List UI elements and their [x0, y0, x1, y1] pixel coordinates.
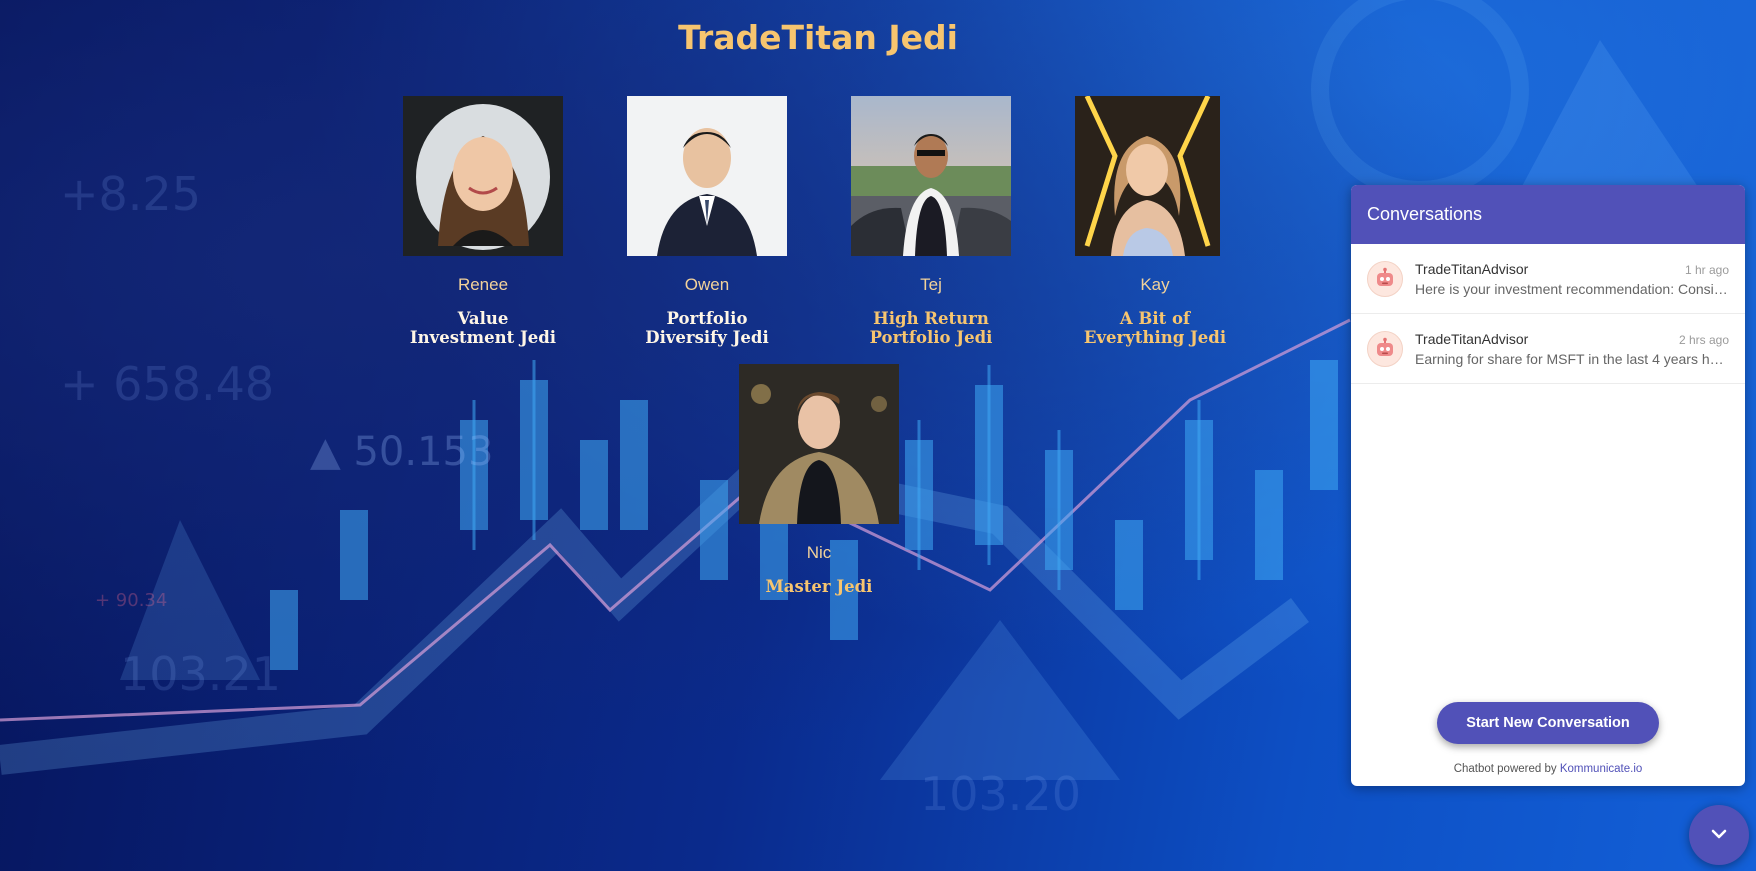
- jedi-role: Master Jedi: [765, 577, 873, 596]
- jedi-name: Tej: [920, 275, 942, 294]
- powered-by-text: Chatbot powered by: [1453, 763, 1557, 775]
- jedi-role: A Bit of Everything Jedi: [1083, 309, 1227, 347]
- svg-text:103.21: 103.21: [120, 647, 281, 701]
- jedi-name: Renee: [457, 275, 509, 294]
- svg-text:+ 90.34: + 90.34: [95, 590, 167, 611]
- jedi-role: Value Investment Jedi: [409, 309, 557, 347]
- conversation-preview: Here is your investment recommendation: …: [1415, 280, 1729, 297]
- chat-toggle-button[interactable]: [1689, 805, 1749, 865]
- conversation-item[interactable]: TradeTitanAdvisor 2 hrs ago Earning for …: [1351, 314, 1745, 384]
- jedi-card-nic[interactable]: Nic Master Jedi: [739, 364, 899, 596]
- svg-text:▲ 50.153: ▲ 50.153: [310, 429, 493, 475]
- page-title: TradeTitan Jedi: [678, 18, 958, 57]
- svg-text:103.20: 103.20: [920, 767, 1081, 821]
- jedi-photo[interactable]: [739, 364, 899, 524]
- jedi-name: Kay: [1140, 275, 1170, 294]
- jedi-photo[interactable]: [627, 96, 787, 256]
- chat-header-title: Conversations: [1367, 204, 1483, 224]
- jedi-name: Nic: [806, 543, 832, 562]
- chat-panel: Conversations TradeTitanAdvisor 1 hr ago…: [1351, 185, 1745, 786]
- conversation-sender: TradeTitanAdvisor: [1415, 330, 1529, 347]
- chat-header: Conversations: [1351, 185, 1745, 244]
- robot-avatar-icon: [1367, 260, 1403, 297]
- conversation-item[interactable]: TradeTitanAdvisor 1 hr ago Here is your …: [1351, 244, 1745, 314]
- robot-avatar-icon: [1367, 330, 1403, 367]
- conversation-body: TradeTitanAdvisor 2 hrs ago Earning for …: [1415, 331, 1729, 367]
- start-new-conversation-button[interactable]: Start New Conversation: [1437, 702, 1659, 744]
- jedi-role: High Return Portfolio Jedi: [869, 309, 993, 347]
- svg-text:+8.25: +8.25: [60, 167, 201, 221]
- jedi-photo[interactable]: [403, 96, 563, 256]
- conversation-sender: TradeTitanAdvisor: [1415, 260, 1529, 277]
- jedi-card-tej[interactable]: Tej High Return Portfolio Jedi: [851, 96, 1011, 347]
- svg-text:+ 658.48: + 658.48: [60, 357, 274, 411]
- powered-by-footer: Chatbot powered by Kommunicate.io: [1351, 763, 1745, 775]
- jedi-role: Portfolio Diversify Jedi: [645, 309, 769, 347]
- conversation-preview: Earning for share for MSFT in the last 4…: [1415, 350, 1729, 367]
- jedi-photo[interactable]: [851, 96, 1011, 256]
- jedi-photo[interactable]: [1075, 96, 1220, 256]
- jedi-card-kay[interactable]: Kay A Bit of Everything Jedi: [1075, 96, 1235, 347]
- chevron-down-icon: [1709, 826, 1729, 845]
- jedi-card-renee[interactable]: Renee Value Investment Jedi: [403, 96, 563, 347]
- kommunicate-link[interactable]: Kommunicate.io: [1560, 763, 1642, 775]
- conversation-body: TradeTitanAdvisor 1 hr ago Here is your …: [1415, 261, 1729, 297]
- jedi-card-owen[interactable]: Owen Portfolio Diversify Jedi: [627, 96, 787, 347]
- conversation-time: 2 hrs ago: [1678, 332, 1729, 347]
- jedi-name: Owen: [684, 275, 730, 294]
- conversation-time: 1 hr ago: [1684, 262, 1729, 277]
